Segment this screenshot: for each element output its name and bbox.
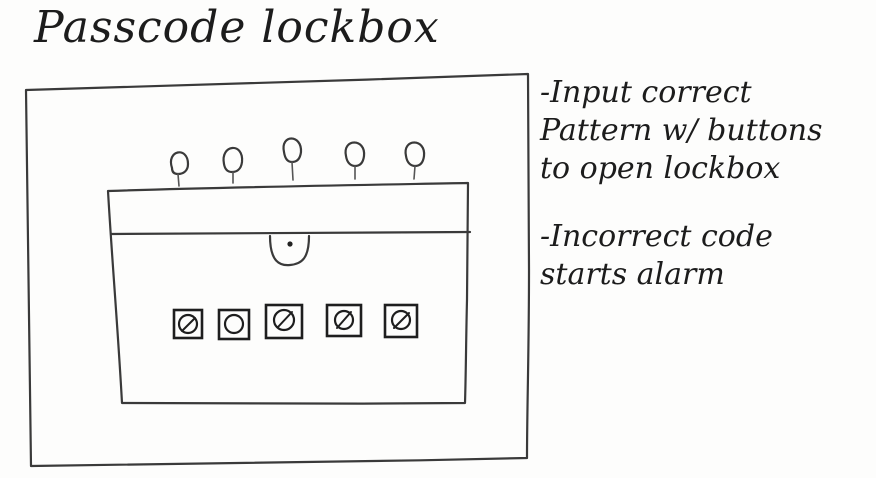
note-line: to open lockbox [540,151,781,186]
note-line: -Incorrect code [540,219,773,254]
indicator-light [344,141,366,180]
passcode-button[interactable] [383,303,419,339]
note-line: Pattern w/ buttons [540,113,823,148]
indicator-light [222,146,244,184]
note-input-pattern: -Input correct Pattern w/ buttons to ope… [540,74,823,188]
passcode-button[interactable] [325,303,363,338]
lid-line [109,230,472,236]
passcode-button[interactable] [264,303,304,340]
outer-frame [24,72,531,468]
sketch-page: Passcode lockbox -Input correct Pattern … [0,0,876,478]
note-line: starts alarm [540,257,725,292]
passcode-button[interactable] [172,308,204,340]
latch-keyhole [287,241,293,247]
passcode-button[interactable] [217,308,251,341]
note-line: -Input correct [540,75,752,110]
latch [268,234,311,267]
indicator-light [169,151,190,187]
indicator-light [404,141,426,180]
passcode-buttons [172,303,419,341]
indicator-light [282,137,303,181]
note-alarm: -Incorrect code starts alarm [540,218,773,294]
lockbox-body [106,181,470,405]
indicator-lights [169,137,426,187]
